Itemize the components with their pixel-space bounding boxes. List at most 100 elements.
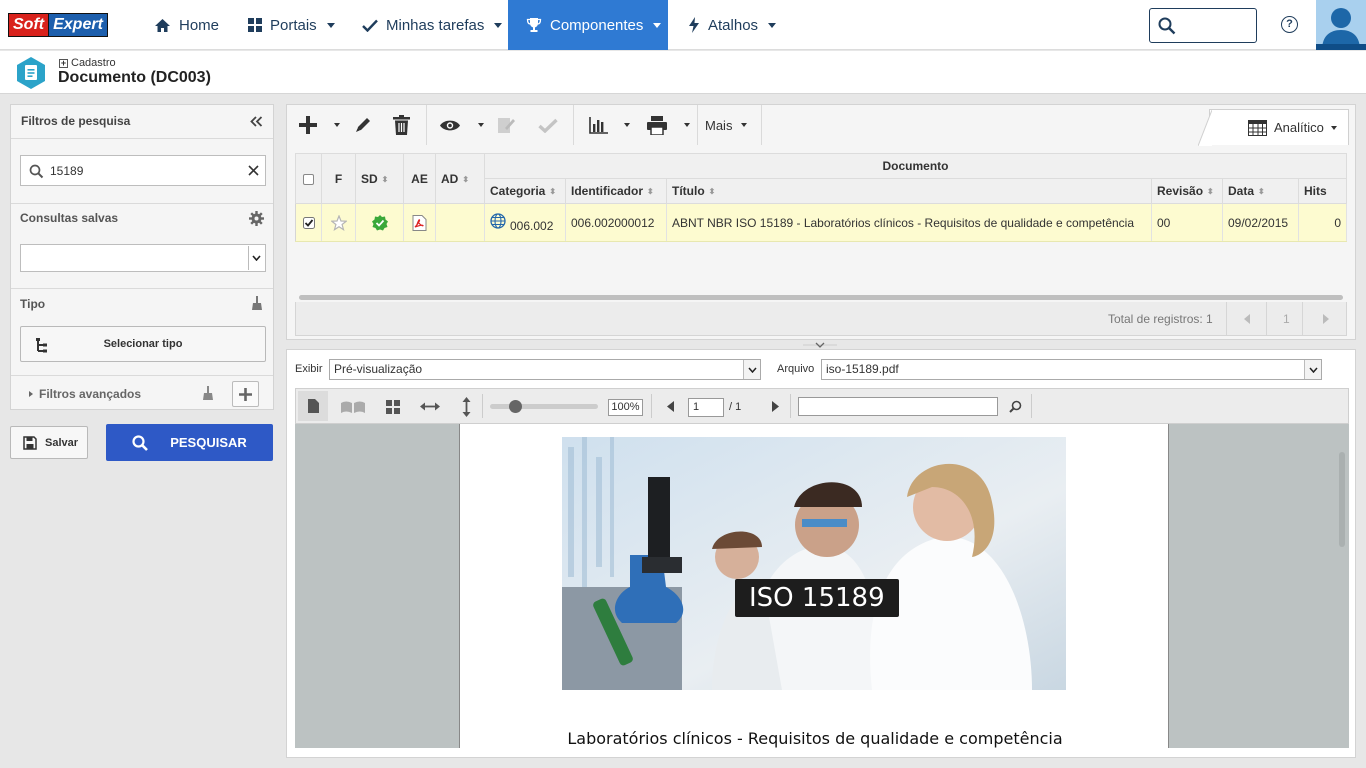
select-type-button[interactable]: Selecionar tipo [20,326,266,362]
more-button[interactable]: Mais [705,105,748,145]
search-icon[interactable] [1009,400,1022,413]
col-sd[interactable]: SD ⬍ [355,153,404,204]
chevron-down-icon [768,22,777,28]
print-button[interactable] [643,105,671,145]
exibir-value: Pré-visualização [334,362,423,376]
view-mode-label: Analítico [1274,120,1324,135]
save-button[interactable]: Salvar [10,426,88,459]
add-menu-button[interactable] [331,105,343,145]
single-page-button[interactable] [298,391,328,421]
document-hex-icon [17,57,45,89]
col-f[interactable]: F [321,153,356,204]
add-filter-button[interactable] [232,381,259,407]
fit-height-icon[interactable] [461,397,472,417]
col-ad[interactable]: AD ⬍ [435,153,485,204]
col-hits[interactable]: Hits [1298,178,1347,204]
check-icon [538,118,558,133]
table-icon [1248,119,1267,136]
two-page-icon[interactable] [341,400,365,413]
print-menu-button[interactable] [681,105,693,145]
documents-table: F SD ⬍ AE AD ⬍ Documento Categoria ⬍ Identi… [295,153,1347,242]
gear-icon[interactable] [249,211,264,226]
add-button[interactable] [295,105,321,145]
broom-icon[interactable] [202,386,214,401]
fit-width-icon[interactable] [420,401,440,412]
select-all-checkbox[interactable] [303,173,314,185]
nav-atalhos[interactable]: Atalhos [674,0,790,50]
view-mode-tab[interactable]: Analítico [1198,109,1349,146]
view-menu-button[interactable] [475,105,487,145]
star-icon[interactable] [330,214,347,231]
printer-icon [647,115,667,135]
identificador-cell: 006.002000012 [565,203,667,242]
search-icon [132,434,149,451]
approve-button[interactable] [535,105,561,145]
zoom-slider-thumb[interactable] [509,400,522,413]
table-row[interactable]: 006.002 006.002000012 ABNT NBR ISO 15189… [295,203,1347,242]
thumbnails-icon[interactable] [386,400,400,414]
page-number-input[interactable]: 1 [688,398,724,417]
col-identificador[interactable]: Identificador ⬍ [565,178,667,204]
pdf-icon[interactable] [412,214,427,231]
collapse-panel-icon[interactable] [250,116,263,127]
next-page-icon[interactable] [1322,314,1329,324]
splitter-handle[interactable] [803,340,837,349]
clear-icon[interactable] [248,165,259,176]
nav-componentes[interactable]: Componentes [508,0,668,50]
chart-menu-button[interactable] [621,105,633,145]
delete-button[interactable] [389,105,413,145]
tree-icon [36,338,47,353]
viewer-scrollbar[interactable] [1339,452,1345,547]
col-hits-label: Hits [1304,184,1327,198]
filter-search-input[interactable]: 15189 [20,155,266,186]
zoom-slider[interactable] [490,400,598,413]
find-in-document-input[interactable] [798,397,998,416]
revise-button[interactable] [493,105,519,145]
electronic-file-cell[interactable] [403,203,436,242]
global-search-input[interactable] [1149,8,1257,43]
prev-page-icon[interactable] [667,401,674,412]
search-button[interactable]: PESQUISAR [106,424,273,461]
select-all-header[interactable] [295,153,322,204]
favorite-cell[interactable] [321,203,356,242]
view-button[interactable] [436,105,464,145]
col-titulo[interactable]: Título ⬍ [666,178,1152,204]
nav-minhas-tarefas[interactable]: Minhas tarefas [348,0,516,50]
filter-panel-title: Filtros de pesquisa [21,114,131,128]
avatar[interactable] [1316,0,1366,50]
broom-icon[interactable] [251,296,263,311]
horizontal-scrollbar[interactable] [299,295,1343,300]
chevron-down-icon [1330,125,1337,130]
exibir-select[interactable]: Pré-visualização [329,359,761,380]
ad-cell [435,203,485,242]
saved-queries-select[interactable] [20,244,266,272]
chevron-down-icon [653,22,662,28]
status-cell [355,203,404,242]
col-ae[interactable]: AE [403,153,436,204]
filter-panel: Filtros de pesquisa 15189 Consultas salv… [10,104,274,410]
col-data[interactable]: Data ⬍ [1222,178,1299,204]
pdf-toolbar: 100% 1 / 1 [295,388,1349,424]
chart-button[interactable] [585,105,611,145]
prev-page-icon[interactable] [1244,314,1251,324]
breadcrumb[interactable]: + Cadastro [59,57,116,69]
softexpert-logo[interactable]: Soft Expert [8,13,108,37]
nav-home[interactable]: Home [140,0,233,50]
records-panel: Mais Analítico F SD ⬍ AE AD ⬍ Documento Ca… [286,104,1356,340]
logo-soft-text: Soft [8,13,50,37]
exibir-label: Exibir [295,363,323,375]
row-checkbox[interactable] [302,216,315,229]
next-page-icon[interactable] [772,401,779,412]
arquivo-select[interactable]: iso-15189.pdf [821,359,1322,380]
row-checkbox-cell[interactable] [295,203,322,242]
nav-portais[interactable]: Portais [234,0,349,50]
help-button[interactable]: ? [1281,16,1298,33]
zoom-slider-track [490,404,598,409]
edit-button[interactable] [351,105,375,145]
advanced-filters-toggle[interactable]: Filtros avançados [29,387,141,401]
zoom-input[interactable]: 100% [608,399,643,416]
tab-edge [1198,110,1212,146]
col-categoria[interactable]: Categoria ⬍ [484,178,566,204]
pdf-canvas[interactable]: ISO 15189 Laboratórios clínicos - Requis… [295,424,1349,748]
col-revisao[interactable]: Revisão ⬍ [1151,178,1223,204]
